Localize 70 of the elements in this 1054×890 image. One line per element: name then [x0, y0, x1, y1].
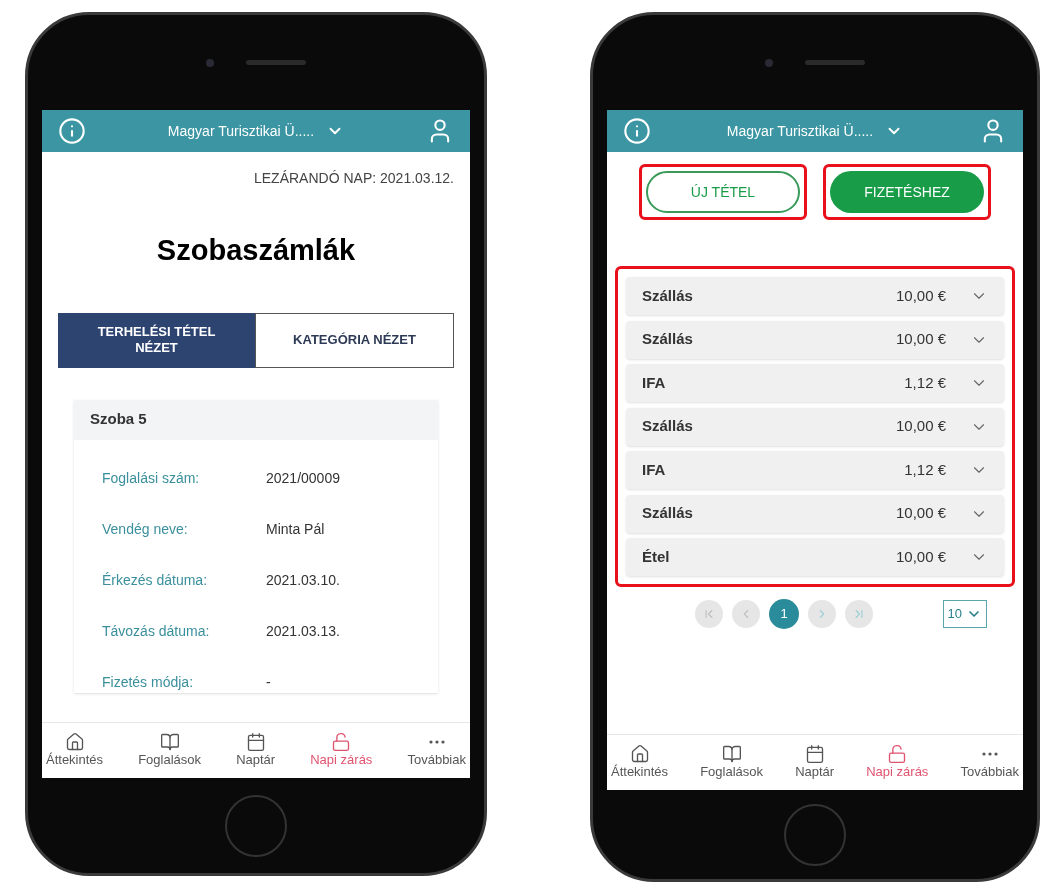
action-button[interactable]: FIZETÉSHEZ [830, 171, 984, 213]
field-value: 2021.03.10. [266, 570, 340, 590]
field-value: 2021/00009 [266, 468, 340, 488]
nav-tab[interactable]: Áttekintés [611, 744, 669, 781]
item-row[interactable]: Szállás 10,00 € [626, 494, 1004, 533]
field-label: Érkezés dátuma: [102, 570, 209, 590]
nav-tab[interactable]: Továbbiak [407, 732, 466, 769]
nav-tab[interactable]: Áttekintés [46, 732, 104, 769]
item-name: Étel [642, 546, 671, 567]
field-label: Vendég neve: [102, 519, 189, 539]
organization-dropdown[interactable]: Magyar Turisztikai Ü..... [726, 120, 904, 142]
field-label: Foglalási szám: [102, 468, 201, 488]
item-row[interactable]: Szállás 10,00 € [626, 320, 1004, 359]
item-name: Szállás [642, 329, 694, 350]
padlock-icon [887, 744, 908, 765]
book-icon [721, 744, 742, 765]
field-value: Minta Pál [266, 519, 325, 539]
nav-tab[interactable]: Napi zárás [866, 744, 929, 781]
item-name: IFA [642, 372, 667, 393]
padlock-icon [331, 732, 352, 753]
room-name: Szoba 5 [74, 399, 438, 440]
closing-day-text: LEZÁRANDÓ NAP: 2021.03.12. [254, 169, 454, 188]
view-tab[interactable]: TERHELÉSI TÉTEL NÉZET [58, 312, 255, 368]
item-name: Szállás [642, 416, 694, 437]
speaker-slot [805, 60, 865, 65]
nav-tab[interactable]: Naptár [795, 744, 835, 781]
field-value: - [266, 672, 271, 692]
view-tab[interactable]: KATEGÓRIA NÉZET [255, 312, 454, 368]
item-amount: 10,00 € [894, 503, 946, 524]
item-amount: 1,12 € [903, 459, 946, 480]
calendar-icon [804, 744, 825, 765]
page-size-select[interactable]: 10 [942, 600, 987, 628]
more-icon [428, 740, 445, 745]
item-row[interactable]: Szállás 10,00 € [626, 277, 1004, 315]
item-amount: 10,00 € [894, 329, 946, 350]
item-row[interactable]: IFA 1,12 € [626, 451, 1004, 489]
item-row[interactable]: Étel 10,00 € [626, 538, 1004, 576]
item-row[interactable]: Szállás 10,00 € [626, 407, 1004, 446]
nav-tab[interactable]: Foglalások [138, 732, 202, 769]
field-value: 2021.03.13. [266, 621, 340, 641]
info-icon[interactable] [58, 117, 86, 145]
item-row[interactable]: IFA 1,12 € [626, 364, 1004, 402]
item-amount: 1,12 € [903, 372, 946, 393]
nav-tab[interactable]: Továbbiak [960, 744, 1019, 781]
more-icon [981, 752, 998, 757]
house-icon [64, 732, 85, 753]
field-label: Távozás dátuma: [102, 621, 211, 641]
organization-dropdown[interactable]: Magyar Turisztikai Ü..... [167, 120, 345, 142]
last-page-icon [852, 607, 866, 621]
speaker-slot [246, 60, 306, 65]
item-amount: 10,00 € [894, 416, 946, 437]
item-amount: 10,00 € [894, 546, 946, 567]
info-icon[interactable] [623, 117, 651, 145]
camera-icon [765, 58, 773, 67]
page-button[interactable]: 1 [769, 599, 799, 629]
page-title: Szobaszámlák [156, 233, 356, 268]
item-name: Szállás [642, 285, 694, 306]
nav-tab[interactable]: Foglalások [700, 744, 764, 781]
calendar-icon [245, 732, 266, 753]
item-amount: 10,00 € [894, 285, 946, 306]
action-button[interactable]: ÚJ TÉTEL [646, 171, 800, 213]
nav-tab[interactable]: Naptár [236, 732, 276, 769]
house-icon [629, 744, 650, 765]
camera-icon [206, 58, 214, 67]
item-name: Szállás [642, 503, 694, 524]
item-name: IFA [642, 459, 667, 480]
field-label: Fizetés módja: [102, 672, 195, 692]
nav-tab[interactable]: Napi zárás [310, 732, 373, 769]
first-page-icon [702, 607, 716, 621]
book-icon [159, 732, 180, 753]
